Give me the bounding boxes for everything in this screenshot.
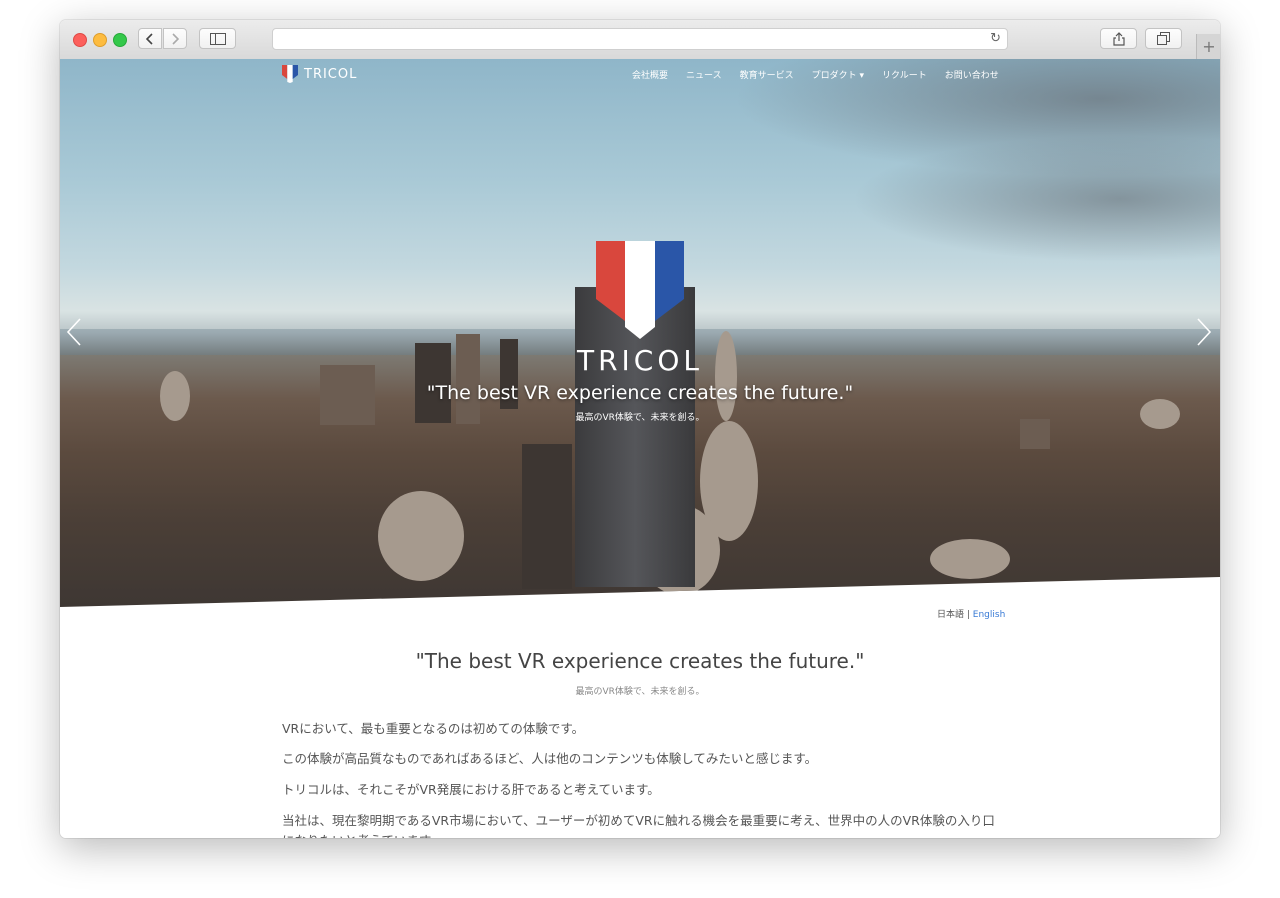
hero-building	[1020, 419, 1050, 449]
nav-contact[interactable]: お問い合わせ	[945, 68, 999, 81]
hero-slider: TRICOL 会社概要 ニュース 教育サービス プロダクト ▾ リクルート お問…	[60, 59, 1220, 607]
browser-toolbar: ↻ +	[60, 20, 1220, 60]
site-nav: 会社概要 ニュース 教育サービス プロダクト ▾ リクルート お問い合わせ	[632, 68, 1017, 81]
zoom-window-button[interactable]	[113, 33, 127, 47]
site-logo-text: TRICOL	[304, 66, 358, 82]
new-tab-button[interactable]: +	[1196, 34, 1220, 59]
nav-education[interactable]: 教育サービス	[740, 68, 794, 81]
content-title: "The best VR experience creates the futu…	[415, 649, 865, 673]
hero-brand: TRICOL	[576, 344, 703, 377]
site-logo[interactable]: TRICOL	[282, 65, 357, 83]
content-paragraph: 当社は、現在黎明期であるVR市場において、ユーザーが初めてVRに触れる機会を最重…	[282, 813, 995, 838]
address-bar[interactable]: ↻	[272, 28, 1008, 50]
language-switcher: 日本語 | English	[937, 607, 1005, 620]
page-viewport: TRICOL 会社概要 ニュース 教育サービス プロダクト ▾ リクルート お問…	[60, 59, 1220, 838]
content-subtitle: 最高のVR体験で、未来を創る。	[575, 687, 705, 697]
chevron-right-icon	[172, 32, 179, 45]
hero-quote: "The best VR experience creates the futu…	[426, 382, 854, 404]
plus-icon: +	[1202, 37, 1216, 56]
lang-separator: |	[964, 610, 973, 620]
share-icon	[1112, 31, 1125, 46]
chevron-right-icon	[1197, 318, 1212, 346]
slider-prev-button[interactable]	[66, 317, 82, 352]
tabs-icon	[1157, 32, 1170, 45]
nav-news[interactable]: ニュース	[686, 68, 722, 81]
hero-subtitle: 最高のVR体験で、未来を創る。	[575, 413, 705, 423]
tabs-overview-button[interactable]	[1145, 28, 1182, 49]
content-paragraph: VRにおいて、最も重要となるのは初めての体験です。	[282, 721, 585, 736]
hero-building	[930, 539, 1010, 579]
lang-japanese[interactable]: 日本語	[937, 610, 964, 620]
nav-products[interactable]: プロダクト ▾	[812, 68, 864, 81]
hero-building	[522, 444, 572, 589]
nav-company[interactable]: 会社概要	[632, 68, 668, 81]
slider-next-button[interactable]	[1196, 317, 1212, 352]
shield-icon	[282, 65, 298, 83]
browser-window: ↻ + TRICOL 会社概要 ニュース 教育サービス プロダクト ▾ リクルー…	[60, 20, 1220, 838]
share-button[interactable]	[1100, 28, 1137, 49]
content-paragraph: トリコルは、それこそがVR発展における肝であると考えています。	[282, 782, 660, 797]
close-window-button[interactable]	[73, 33, 87, 47]
content-paragraph: この体験が高品質なものであればあるほど、人は他のコンテンツも体験してみたいと感じ…	[282, 751, 818, 766]
minimize-window-button[interactable]	[93, 33, 107, 47]
forward-button[interactable]	[163, 28, 187, 49]
chevron-left-icon	[66, 318, 81, 346]
chevron-left-icon	[146, 32, 153, 45]
lang-english[interactable]: English	[973, 610, 1006, 620]
back-button[interactable]	[138, 28, 162, 49]
sidebar-icon	[209, 32, 226, 45]
nav-recruit[interactable]: リクルート	[882, 68, 927, 81]
sidebar-toggle-button[interactable]	[199, 28, 236, 49]
reload-icon[interactable]: ↻	[990, 31, 1001, 46]
hero-building	[378, 491, 464, 581]
tricolor-shield-logo	[596, 241, 684, 339]
